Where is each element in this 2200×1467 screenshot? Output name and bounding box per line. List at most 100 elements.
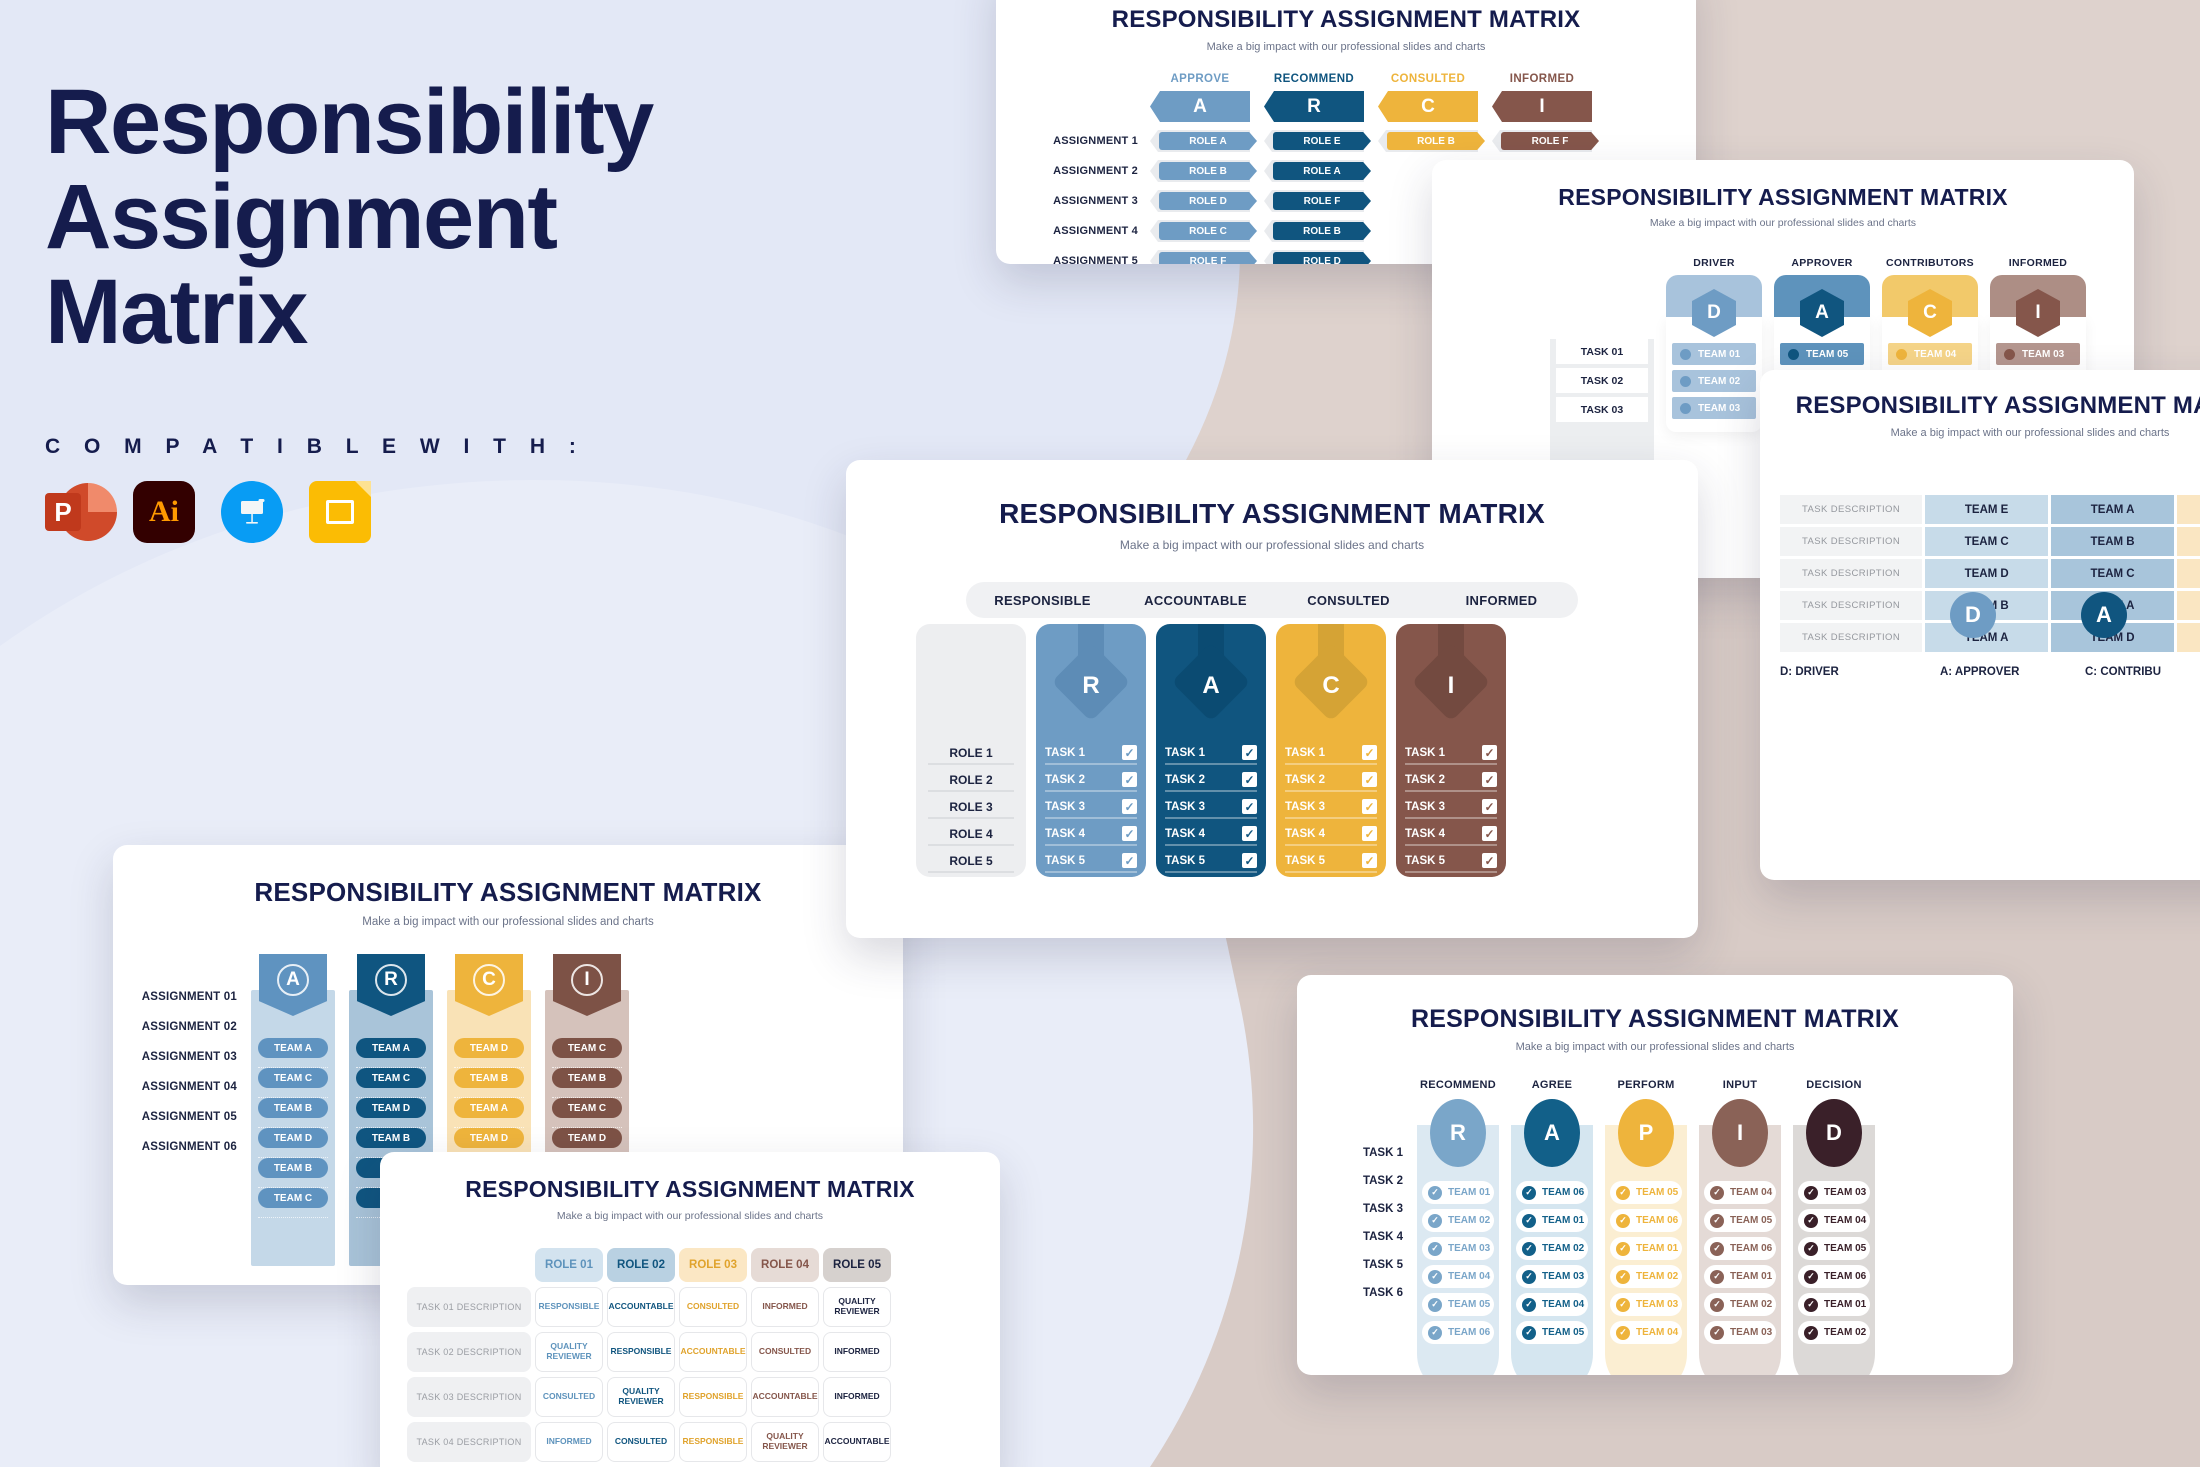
card2-team-label[interactable]: TEAM 03 xyxy=(1698,403,1740,414)
card7-column-header[interactable]: PERFORM xyxy=(1605,1079,1687,1091)
card5-row-label[interactable]: ASSIGNMENT 04 xyxy=(113,1081,251,1111)
card5-banner-letter[interactable]: I xyxy=(571,964,603,996)
card3-check-column[interactable]: A TASK 1 ✓ TASK 2 ✓ TASK 3 ✓ TASK 4 ✓ TASK 5 ✓ xyxy=(1156,624,1266,877)
card5-team-pill[interactable]: TEAM D xyxy=(356,1098,426,1118)
table-row[interactable]: ASSIGNMENT 1 ROLE A ROLE E ROLE B ROLE F xyxy=(1024,130,1678,152)
card2-team-label[interactable]: TEAM 01 xyxy=(1698,349,1740,360)
card6-assignment-cell[interactable]: INFORMED xyxy=(823,1332,891,1372)
card3-pin-letter[interactable]: I xyxy=(1396,672,1506,700)
card5-pill-separator[interactable] xyxy=(454,1058,524,1068)
card2-team-row[interactable]: TEAM 04 xyxy=(1888,343,1972,365)
card4-legend-item[interactable]: A: APPROVER xyxy=(1940,666,2085,678)
card5-team-pill[interactable]: TEAM C xyxy=(552,1098,622,1118)
card3-role-cell[interactable]: ROLE 1 xyxy=(928,742,1014,765)
card2-team-label[interactable]: TEAM 05 xyxy=(1806,349,1848,360)
card7-check-icon[interactable]: ✓ xyxy=(1428,1185,1442,1200)
card7-team-label[interactable]: TEAM 03 xyxy=(1636,1299,1678,1310)
card7-column[interactable]: AGREE A ✓ TEAM 06 ✓ TEAM 01 ✓ TEAM 02 ✓ TEAM 03 ✓ T… xyxy=(1511,1079,1593,1375)
card7-team-pill[interactable]: ✓ TEAM 03 xyxy=(1798,1181,1870,1204)
card1-cell-wrap[interactable]: ROLE F xyxy=(1264,190,1371,212)
card5-pill-separator[interactable] xyxy=(552,1058,622,1068)
card5-pill-separator[interactable] xyxy=(356,1088,426,1098)
card7-check-icon[interactable]: ✓ xyxy=(1804,1241,1818,1256)
card3-header[interactable]: CONSULTED xyxy=(1272,593,1425,608)
card4-legend-item[interactable]: D: DRIVER xyxy=(1780,666,1940,678)
card5-banner-letter[interactable]: R xyxy=(375,964,407,996)
card1-cell[interactable]: ROLE D xyxy=(1159,192,1257,210)
card7-team-pill[interactable]: ✓ TEAM 02 xyxy=(1610,1265,1682,1288)
card1-cell[interactable]: ROLE A xyxy=(1159,132,1257,150)
card1-cell-wrap[interactable]: ROLE C xyxy=(1150,220,1257,242)
card6-assignment-cell[interactable]: INFORMED xyxy=(751,1287,819,1327)
card5-pill-separator[interactable] xyxy=(356,1058,426,1068)
card3-header[interactable]: RESPONSIBLE xyxy=(966,593,1119,608)
card3-task-cell[interactable]: TASK 4 ✓ xyxy=(1405,823,1497,846)
card7-team-label[interactable]: TEAM 02 xyxy=(1824,1327,1866,1338)
card7-team-pill[interactable]: ✓ TEAM 03 xyxy=(1422,1237,1494,1260)
card7-team-pill[interactable]: ✓ TEAM 06 xyxy=(1422,1321,1494,1344)
card7-team-pill[interactable]: ✓ TEAM 02 xyxy=(1516,1237,1588,1260)
card3-task-label[interactable]: TASK 4 xyxy=(1285,828,1325,840)
card4-team-cell-partial[interactable] xyxy=(2177,623,2200,652)
card5-team-pill[interactable]: TEAM B xyxy=(454,1068,524,1088)
card4-task-description[interactable]: TASK DESCRIPTION xyxy=(1780,559,1923,588)
card7-team-pill[interactable]: ✓ TEAM 01 xyxy=(1798,1293,1870,1316)
card2-column-header[interactable]: DRIVER xyxy=(1666,257,1762,275)
card3-check-column[interactable]: I TASK 1 ✓ TASK 2 ✓ TASK 3 ✓ TASK 4 ✓ TASK 5 ✓ xyxy=(1396,624,1506,877)
card7-team-label[interactable]: TEAM 03 xyxy=(1542,1271,1584,1282)
card2-team-row[interactable]: TEAM 01 xyxy=(1672,343,1756,365)
card7-team-label[interactable]: TEAM 01 xyxy=(1824,1299,1866,1310)
card7-oval-badge[interactable]: R xyxy=(1430,1099,1486,1167)
card7-check-icon[interactable]: ✓ xyxy=(1428,1297,1442,1312)
card1-letter-arrow[interactable]: C xyxy=(1378,91,1478,122)
card3-checkbox[interactable]: ✓ xyxy=(1482,826,1497,841)
card1-cell[interactable]: ROLE F xyxy=(1159,252,1257,264)
card3-task-label[interactable]: TASK 5 xyxy=(1165,855,1205,867)
card1-cell[interactable]: ROLE D xyxy=(1273,252,1371,264)
card6-assignment-cell[interactable]: ACCOUNTABLE xyxy=(751,1377,819,1417)
card7-team-label[interactable]: TEAM 06 xyxy=(1824,1271,1866,1282)
card7-team-pill[interactable]: ✓ TEAM 06 xyxy=(1798,1265,1870,1288)
card7-check-icon[interactable]: ✓ xyxy=(1710,1269,1724,1284)
card5-pill-separator[interactable] xyxy=(258,1088,328,1098)
card3-task-cell[interactable]: TASK 4 ✓ xyxy=(1165,823,1257,846)
card5-team-pill[interactable]: TEAM D xyxy=(258,1128,328,1148)
card6-role-header-cell[interactable]: ROLE 02 xyxy=(607,1248,675,1282)
card2-team-dot[interactable] xyxy=(1680,348,1691,360)
card7-task-label[interactable]: TASK 6 xyxy=(1297,1287,1417,1315)
card2-column-cap[interactable]: A xyxy=(1774,275,1870,337)
card7-team-label[interactable]: TEAM 03 xyxy=(1448,1243,1490,1254)
table-row[interactable]: TASK 04 DESCRIPTION INFORMED CONSULTED RESP… xyxy=(380,1422,1000,1462)
card3-task-cell[interactable]: TASK 1 ✓ xyxy=(1165,742,1257,765)
table-row[interactable]: TASK DESCRIPTION TEAM D TEAM C xyxy=(1780,559,2200,588)
card5-team-pill[interactable]: TEAM B xyxy=(356,1128,426,1148)
card2-column-header[interactable]: APPROVER xyxy=(1774,257,1870,275)
card7-column[interactable]: INPUT I ✓ TEAM 04 ✓ TEAM 05 ✓ TEAM 06 ✓ TEAM 01 ✓ T… xyxy=(1699,1079,1781,1375)
card7-team-pill[interactable]: ✓ TEAM 01 xyxy=(1422,1181,1494,1204)
card3-role-cell[interactable]: ROLE 5 xyxy=(928,850,1014,873)
card3-task-cell[interactable]: TASK 2 ✓ xyxy=(1045,769,1137,792)
card7-oval-badge[interactable]: A xyxy=(1524,1099,1580,1167)
card1-letter-arrow[interactable]: I xyxy=(1492,91,1592,122)
card2-team-dot[interactable] xyxy=(2004,348,2015,360)
card1-cell-wrap[interactable]: ROLE B xyxy=(1378,130,1485,152)
card6-task-description[interactable]: TASK 03 DESCRIPTION xyxy=(407,1377,531,1417)
card5-team-pill[interactable]: TEAM D xyxy=(454,1128,524,1148)
card3-task-label[interactable]: TASK 2 xyxy=(1045,774,1085,786)
card1-cell-wrap[interactable]: ROLE D xyxy=(1150,190,1257,212)
card5-pill-separator[interactable] xyxy=(552,1088,622,1098)
card7-column-header[interactable]: DECISION xyxy=(1793,1079,1875,1091)
card2-team-label[interactable]: TEAM 02 xyxy=(1698,376,1740,387)
card3-task-label[interactable]: TASK 1 xyxy=(1285,747,1325,759)
card5-team-pill[interactable]: TEAM B xyxy=(258,1158,328,1178)
card2-column-cap[interactable]: I xyxy=(1990,275,2086,337)
table-row[interactable]: TASK DESCRIPTION TEAM E TEAM A xyxy=(1780,495,2200,524)
card2-column-cap[interactable]: D xyxy=(1666,275,1762,337)
card5-team-pill[interactable]: TEAM B xyxy=(552,1068,622,1088)
card7-check-icon[interactable]: ✓ xyxy=(1710,1185,1724,1200)
card4-team-cell[interactable]: TEAM C xyxy=(1925,527,2049,556)
card3-header[interactable]: INFORMED xyxy=(1425,593,1578,608)
card1-cell-wrap[interactable]: ROLE F xyxy=(1492,130,1599,152)
card1-cell[interactable]: ROLE B xyxy=(1159,162,1257,180)
card4-task-description[interactable]: TASK DESCRIPTION xyxy=(1780,591,1923,620)
